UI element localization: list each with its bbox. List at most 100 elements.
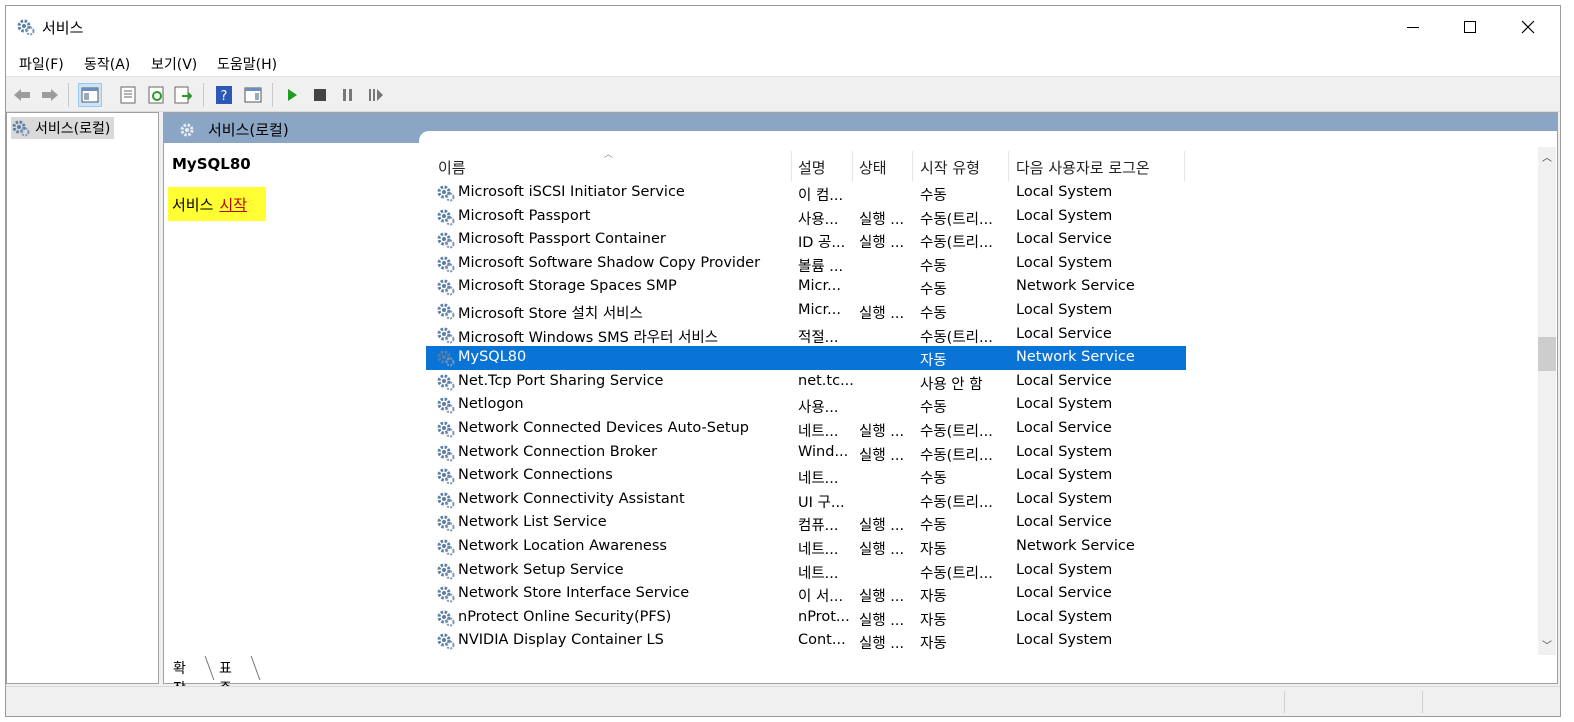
pane-header: 서비스(로컬)	[164, 113, 1557, 143]
service-description-cell: Micr...	[798, 278, 841, 295]
service-name-cell: Network Connections	[458, 467, 613, 484]
table-row[interactable]: nProtect Online Security(PFS) nProt... 실행 …	[426, 606, 1186, 630]
console-tree-icon	[81, 87, 99, 103]
table-row[interactable]: Network Store Interface Service 이 서... 실행 …	[426, 582, 1186, 606]
service-gear-icon	[436, 608, 456, 628]
column-divider[interactable]	[912, 151, 913, 181]
service-logon-cell: Local Service	[1016, 585, 1112, 602]
vertical-scrollbar[interactable]: ︿ ﹀	[1538, 147, 1556, 655]
column-divider[interactable]	[791, 151, 792, 181]
service-name-cell: Netlogon	[458, 396, 524, 413]
table-row[interactable]: Network Location Awareness 네트... 실행 ... 자동 N…	[426, 535, 1186, 559]
stop-service-button[interactable]	[308, 83, 332, 107]
table-row[interactable]: Network Connection Broker Wind... 실행 ... 수동…	[426, 441, 1186, 465]
service-startup-type-cell: 수동(트리...	[920, 211, 993, 228]
service-gear-icon	[436, 419, 456, 439]
start-service-button[interactable]	[280, 83, 304, 107]
sort-ascending-icon: ︿	[604, 150, 614, 160]
service-logon-cell: Local System	[1016, 184, 1113, 200]
table-row[interactable]: Microsoft Storage Spaces SMP Micr... 수동 Net…	[426, 275, 1186, 299]
service-status-cell: 실행 ...	[859, 211, 905, 228]
column-divider[interactable]	[1008, 151, 1009, 181]
table-row[interactable]: Network Connections 네트... 수동 Local System	[426, 464, 1186, 488]
table-row[interactable]: Microsoft Passport 사용... 실행 ... 수동(트리... Loc…	[426, 205, 1186, 229]
column-header-name[interactable]: 이름	[438, 157, 466, 178]
tree-item-services-local[interactable]: 서비스(로컬)	[11, 117, 115, 139]
service-name-cell: Network Store Interface Service	[458, 585, 690, 602]
stop-icon	[314, 89, 326, 101]
scroll-up-icon[interactable]: ︿	[1542, 149, 1552, 164]
service-gear-icon	[436, 372, 456, 392]
service-startup-type-cell: 자동	[920, 636, 947, 653]
service-name-cell: Microsoft iSCSI Initiator Service	[458, 184, 685, 200]
table-row[interactable]: Microsoft iSCSI Initiator Service 이 컴... 수…	[426, 181, 1186, 205]
service-gear-icon	[436, 513, 456, 533]
menu-action[interactable]: 동작(A)	[84, 54, 130, 74]
table-row[interactable]: Microsoft Passport Container ID 공... 실행 ..…	[426, 228, 1186, 252]
toolbar-separator	[203, 83, 204, 107]
service-description-cell: Wind...	[798, 443, 849, 460]
action-pane-button[interactable]	[241, 83, 265, 107]
table-row[interactable]: NVIDIA Telemetry ContainerCont...실행 ...자…	[426, 653, 1186, 654]
table-row[interactable]: Microsoft Windows SMS 라우터 서비스 적절... 수동(트리.…	[426, 323, 1186, 347]
column-header-status[interactable]: 상태	[859, 157, 887, 178]
menu-file[interactable]: 파일(F)	[19, 54, 64, 74]
column-divider[interactable]	[1184, 151, 1185, 181]
back-arrow-icon	[14, 89, 30, 101]
show-hide-console-tree-button[interactable]	[78, 83, 102, 107]
toolbar-separator	[68, 83, 69, 107]
forward-arrow-icon	[42, 89, 58, 101]
play-icon	[288, 89, 297, 101]
service-logon-cell: Local System	[1016, 254, 1113, 271]
service-startup-type-cell: 사용 안 함	[920, 376, 983, 393]
service-gear-icon	[436, 561, 456, 581]
column-header-logon-as[interactable]: 다음 사용자로 로그온	[1016, 157, 1150, 178]
back-button[interactable]	[10, 83, 34, 107]
status-divider	[1284, 691, 1285, 713]
service-status-cell: 실행 ...	[859, 306, 905, 322]
table-row[interactable]: Network Setup Service 네트... 수동(트리... Local …	[426, 559, 1186, 583]
service-startup-type-cell: 수동	[920, 188, 947, 204]
menu-view[interactable]: 보기(V)	[151, 54, 197, 74]
properties-icon	[120, 86, 136, 104]
resume-icon	[369, 89, 383, 101]
service-logon-cell: Local Service	[1016, 514, 1112, 531]
services-list: ︿ 이름 설명 상태 시작 유형 다음 사용자로 로그온 Microsoft i…	[426, 143, 1538, 654]
table-row[interactable]: MySQL80 자동 Network Service	[426, 346, 1186, 370]
service-description-cell: 컴퓨...	[798, 518, 839, 535]
scroll-down-icon[interactable]: ﹀	[1542, 637, 1552, 652]
column-header-startup-type[interactable]: 시작 유형	[920, 157, 980, 178]
maximize-button[interactable]	[1441, 6, 1499, 48]
service-logon-cell: Local System	[1016, 302, 1113, 318]
service-logon-cell: Local System	[1016, 443, 1113, 460]
column-divider[interactable]	[852, 151, 853, 181]
restart-service-button[interactable]	[364, 83, 388, 107]
table-row[interactable]: Microsoft Store 설치 서비스 Micr... 실행 ... 수동 Loc…	[426, 299, 1186, 323]
start-service-link[interactable]: 시작	[219, 194, 247, 215]
menu-help[interactable]: 도움말(H)	[217, 54, 277, 74]
svg-text:?: ?	[221, 89, 228, 104]
service-startup-type-cell: 수동	[920, 306, 947, 322]
service-gear-icon	[436, 325, 456, 345]
table-row[interactable]: Microsoft Software Shadow Copy Provider 볼…	[426, 252, 1186, 276]
scrollbar-thumb[interactable]	[1538, 337, 1556, 371]
pause-service-button[interactable]	[336, 83, 360, 107]
table-row[interactable]: NVIDIA Display Container LS Cont... 실행 ...…	[426, 629, 1186, 653]
help-button[interactable]: ?	[212, 83, 236, 107]
export-list-button[interactable]	[172, 83, 196, 107]
refresh-button[interactable]	[145, 83, 169, 107]
service-startup-type-cell: 수동(트리...	[920, 235, 993, 252]
toolbar-separator	[272, 83, 273, 107]
table-row[interactable]: Network Connectivity Assistant UI 구... 수동(…	[426, 488, 1186, 512]
service-name-cell: Microsoft Software Shadow Copy Provider	[458, 254, 761, 271]
table-row[interactable]: Network List Service 컴퓨... 실행 ... 수동 Local S…	[426, 511, 1186, 535]
close-button[interactable]	[1499, 6, 1557, 48]
table-row[interactable]: Net.Tcp Port Sharing Service net.tc... 사용 …	[426, 370, 1186, 394]
table-row[interactable]: Network Connected Devices Auto-Setup 네트..…	[426, 417, 1186, 441]
minimize-button[interactable]	[1384, 6, 1442, 48]
table-row[interactable]: Netlogon 사용... 수동 Local System	[426, 393, 1186, 417]
column-header-description[interactable]: 설명	[798, 157, 826, 178]
properties-button[interactable]	[116, 83, 140, 107]
service-startup-type-cell: 수동	[920, 258, 947, 275]
forward-button[interactable]	[38, 83, 62, 107]
